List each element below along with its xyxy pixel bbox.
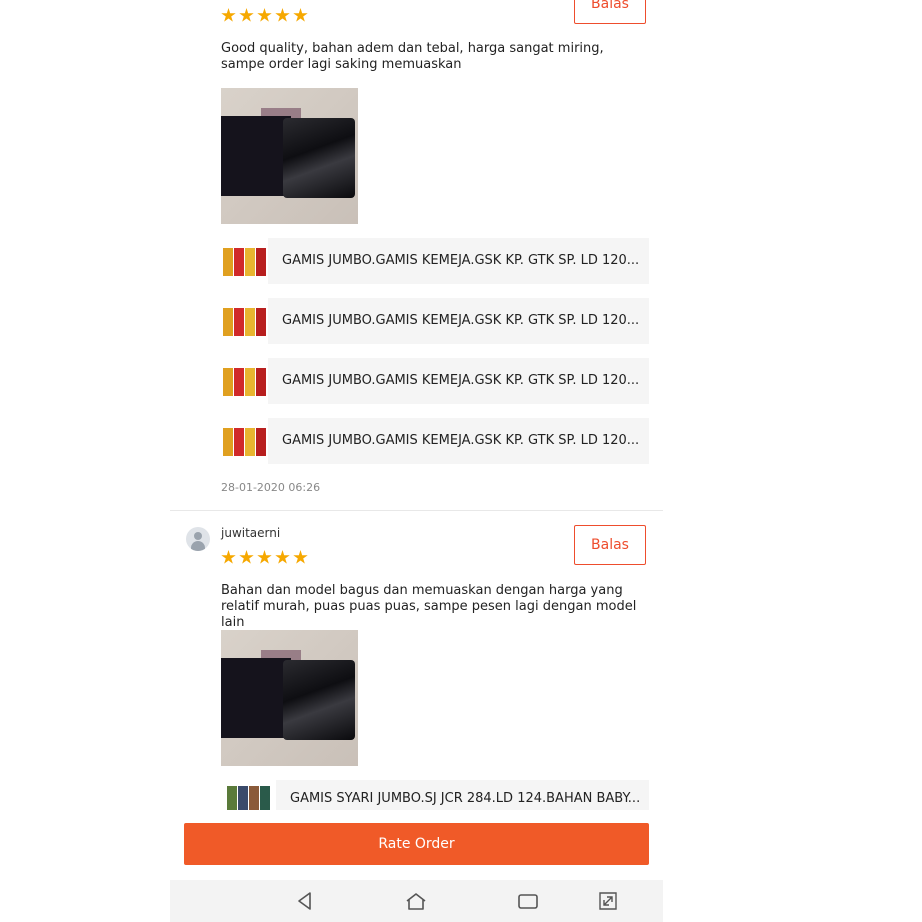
navigation-bar (170, 880, 663, 922)
review-photo[interactable] (221, 88, 358, 224)
divider (170, 510, 663, 511)
product-row[interactable]: GAMIS JUMBO.GAMIS KEMEJA.GSK KP. GTK SP.… (221, 418, 649, 464)
rating-stars (221, 8, 308, 23)
product-row[interactable]: GAMIS JUMBO.GAMIS KEMEJA.GSK KP. GTK SP.… (221, 358, 649, 404)
product-name: GAMIS SYARI JUMBO.SJ JCR 284.LD 124.BAHA… (276, 780, 649, 810)
star-icon (239, 550, 254, 564)
star-icon (275, 550, 290, 564)
reply-button[interactable]: Balas (574, 525, 646, 565)
product-thumbnail (221, 304, 267, 338)
star-icon (293, 8, 308, 22)
star-icon (257, 550, 272, 564)
product-thumbnail (221, 424, 267, 458)
review-screen: Balas Good quality, bahan adem dan tebal… (170, 0, 663, 922)
expand-icon[interactable] (597, 890, 619, 912)
product-row[interactable]: GAMIS JUMBO.GAMIS KEMEJA.GSK KP. GTK SP.… (221, 238, 649, 284)
rate-order-button[interactable]: Rate Order (184, 823, 649, 865)
review-photo[interactable] (221, 630, 358, 766)
star-icon (275, 8, 290, 22)
star-icon (257, 8, 272, 22)
star-icon (221, 8, 236, 22)
product-thumbnail (221, 244, 267, 278)
recents-icon[interactable] (517, 890, 539, 912)
product-name: GAMIS JUMBO.GAMIS KEMEJA.GSK KP. GTK SP.… (268, 238, 649, 284)
product-thumbnail (221, 364, 267, 398)
product-name: GAMIS JUMBO.GAMIS KEMEJA.GSK KP. GTK SP.… (268, 358, 649, 404)
review-text: Bahan dan model bagus dan memuaskan deng… (221, 583, 637, 630)
home-icon[interactable] (405, 890, 427, 912)
star-icon (221, 550, 236, 564)
avatar (186, 527, 210, 551)
product-name: GAMIS JUMBO.GAMIS KEMEJA.GSK KP. GTK SP.… (268, 298, 649, 344)
product-thumbnail (225, 782, 271, 810)
reply-button[interactable]: Balas (574, 0, 646, 24)
star-icon (239, 8, 254, 22)
rating-stars (221, 550, 308, 565)
product-row[interactable]: GAMIS JUMBO.GAMIS KEMEJA.GSK KP. GTK SP.… (221, 298, 649, 344)
product-row[interactable]: GAMIS SYARI JUMBO.SJ JCR 284.LD 124.BAHA… (221, 780, 649, 810)
product-name: GAMIS JUMBO.GAMIS KEMEJA.GSK KP. GTK SP.… (268, 418, 649, 464)
star-icon (293, 550, 308, 564)
review-date: 28-01-2020 06:26 (221, 481, 321, 494)
back-icon[interactable] (294, 890, 316, 912)
review-text: Good quality, bahan adem dan tebal, harg… (221, 41, 604, 72)
username: juwitaerni (221, 526, 281, 540)
user-icon (194, 532, 202, 540)
